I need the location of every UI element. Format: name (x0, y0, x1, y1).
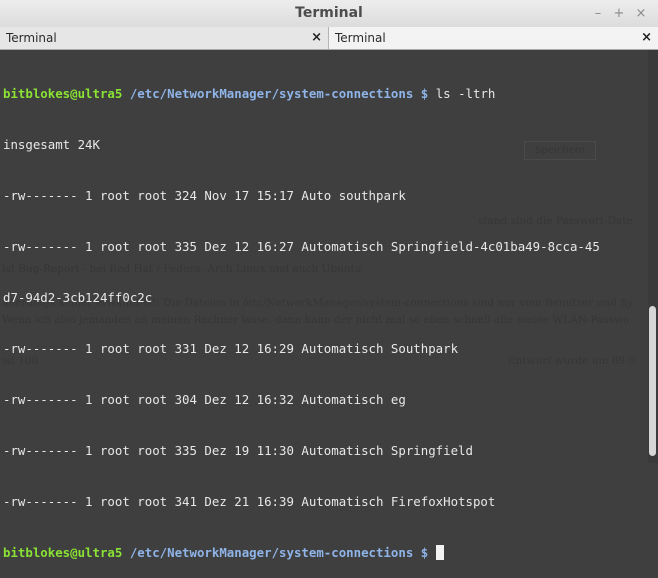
prompt-line: bitblokes@ultra5 /etc/NetworkManager/sys… (3, 85, 648, 102)
maximize-button[interactable]: + (608, 0, 630, 27)
tab-bar: Terminal × Terminal × (0, 27, 658, 50)
output-line: -rw------- 1 root root 331 Dez 12 16:29 … (3, 341, 459, 356)
tab-terminal-2[interactable]: Terminal × (329, 27, 658, 49)
output-line: insgesamt 24K (3, 137, 100, 152)
prompt-user: bitblokes@ultra5 (3, 86, 123, 101)
output-line: d7-94d2-3cb124ff0c2c (3, 290, 153, 305)
output-line: -rw------- 1 root root 335 Dez 19 11:30 … (3, 443, 473, 458)
tab-close-icon[interactable]: × (641, 27, 652, 49)
tab-label: Terminal (335, 31, 386, 45)
output-line: -rw------- 1 root root 324 Nov 17 15:17 … (3, 188, 406, 203)
minimize-button[interactable]: – (587, 0, 609, 27)
prompt-symbol: $ (420, 86, 429, 101)
terminal-output[interactable]: bitblokes@ultra5 /etc/NetworkManager/sys… (3, 51, 648, 578)
window-title: Terminal (295, 5, 363, 21)
prompt-path: /etc/NetworkManager/system-connections (129, 86, 414, 101)
close-window-button[interactable]: × (630, 0, 652, 27)
terminal-scrollbar[interactable] (648, 50, 658, 463)
prompt-path: /etc/NetworkManager/system-connections (129, 545, 414, 560)
output-line: -rw------- 1 root root 335 Dez 12 16:27 … (3, 239, 600, 254)
text-cursor (435, 545, 444, 560)
output-line: -rw------- 1 root root 341 Dez 21 16:39 … (3, 494, 496, 509)
prompt-line: bitblokes@ultra5 /etc/NetworkManager/sys… (3, 544, 648, 561)
tab-label: Terminal (6, 31, 57, 45)
tab-terminal-1[interactable]: Terminal × (0, 27, 329, 49)
scrollbar-thumb[interactable] (649, 306, 656, 456)
prompt-user: bitblokes@ultra5 (3, 545, 123, 560)
prompt-symbol: $ (420, 545, 429, 560)
command-text: ls -ltrh (435, 86, 496, 101)
tab-close-icon[interactable]: × (311, 27, 322, 49)
window-titlebar: Terminal – + × (0, 0, 658, 28)
output-line: -rw------- 1 root root 304 Dez 12 16:32 … (3, 392, 406, 407)
